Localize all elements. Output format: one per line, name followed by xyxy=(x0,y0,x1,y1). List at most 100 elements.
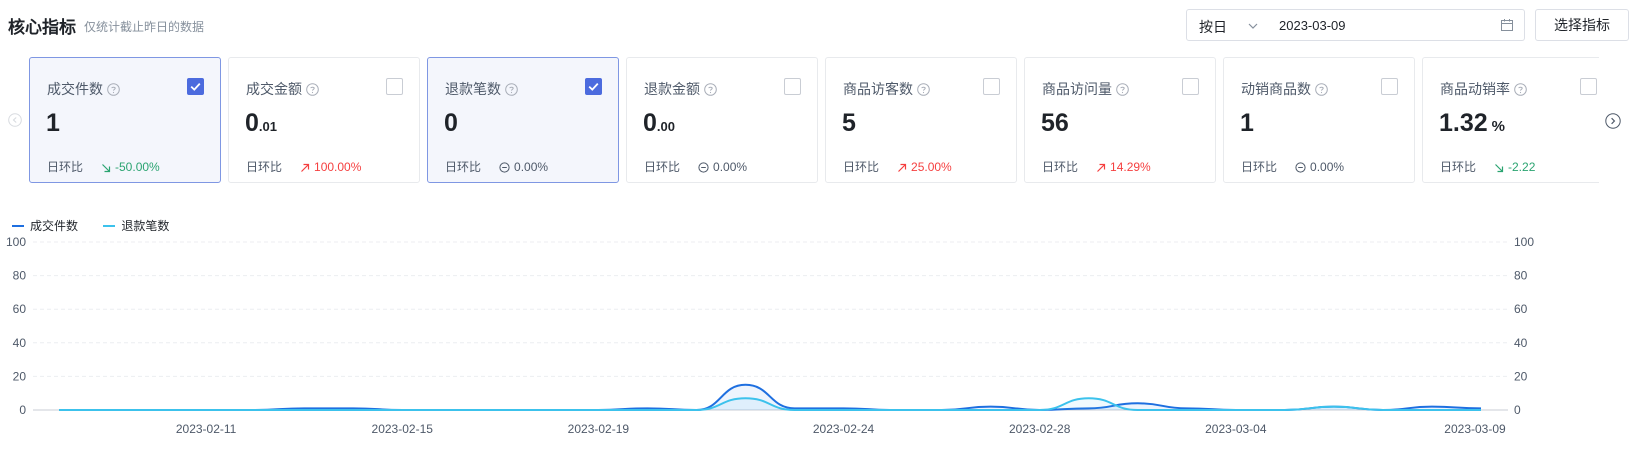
trend-down-icon: -2.22 xyxy=(1494,160,1535,174)
y-tick-label-left: 40 xyxy=(13,336,27,350)
page-subtitle: 仅统计截止昨日的数据 xyxy=(84,20,205,34)
y-tick-label-left: 80 xyxy=(13,269,27,283)
metric-value-main: 1 xyxy=(46,109,60,137)
metric-name-text: 商品动销率 xyxy=(1440,81,1510,97)
metric-value-decimal: .01 xyxy=(258,119,277,134)
comparison-label: 日环比 xyxy=(246,160,283,174)
metric-name: 商品动销率 xyxy=(1440,79,1527,99)
y-tick-label-right: 20 xyxy=(1514,369,1528,383)
legend-label: 退款笔数 xyxy=(121,219,170,233)
metric-comparison: 日环比 -2.22 xyxy=(1440,158,1535,175)
line-chart: 0 0 20 20 40 40 60 60 80 80 100 100 2023-02-11 2023-0… xyxy=(6,235,1534,436)
metric-name: 退款笔数 xyxy=(445,79,518,99)
x-tick-label: 2023-03-04 xyxy=(1205,422,1267,436)
metric-card[interactable]: 成交金额 0.01 日环比 100.00% xyxy=(228,57,420,183)
y-tick-label-left: 60 xyxy=(13,302,27,316)
help-icon[interactable] xyxy=(704,83,717,99)
x-tick-label: 2023-02-24 xyxy=(813,422,875,436)
date-value: 2023-03-09 xyxy=(1279,18,1346,33)
metric-value-main: 1.32 xyxy=(1439,109,1488,137)
metric-checkbox[interactable] xyxy=(187,78,204,95)
help-icon[interactable] xyxy=(1116,83,1129,99)
help-icon[interactable] xyxy=(1514,83,1527,99)
trend-down-icon: -50.00% xyxy=(101,160,160,174)
metric-value: 5 xyxy=(842,109,860,138)
period-select-value: 按日 xyxy=(1199,19,1227,35)
chevron-left-icon xyxy=(8,113,22,127)
metric-checkbox[interactable] xyxy=(386,78,403,95)
y-tick-label-left: 20 xyxy=(13,369,27,383)
x-tick-label: 2023-02-15 xyxy=(372,422,434,436)
help-icon[interactable] xyxy=(505,83,518,99)
x-tick-label: 2023-02-19 xyxy=(568,422,630,436)
metric-value-decimal: .00 xyxy=(656,119,675,134)
metric-value: 1.32% xyxy=(1439,109,1505,138)
metric-value-main: 1 xyxy=(1240,109,1254,137)
metric-value: 0.00 xyxy=(643,109,679,138)
legend-swatch xyxy=(12,225,24,227)
metric-name-text: 商品访客数 xyxy=(843,81,913,97)
metric-checkbox[interactable] xyxy=(585,78,602,95)
metric-value: 56 xyxy=(1041,109,1073,138)
period-select[interactable]: 按日 xyxy=(1186,9,1270,41)
help-icon[interactable] xyxy=(306,83,319,99)
comparison-label: 日环比 xyxy=(1042,160,1079,174)
metric-name: 成交金额 xyxy=(246,79,319,99)
carousel-next-button[interactable] xyxy=(1605,113,1621,134)
metric-card[interactable]: 退款笔数 0 日环比 0.00% xyxy=(427,57,619,183)
metric-card[interactable]: 商品访客数 5 日环比 25.00% xyxy=(825,57,1017,183)
legend-swatch xyxy=(103,225,116,227)
legend-label: 成交件数 xyxy=(30,219,79,233)
y-tick-label-right: 80 xyxy=(1514,269,1528,283)
x-tick-label: 2023-03-09 xyxy=(1444,422,1506,436)
y-tick-label-left: 100 xyxy=(6,235,26,249)
metric-comparison: 日环比 -50.00% xyxy=(47,158,160,175)
metric-card[interactable]: 成交件数 1 日环比 -50.00% xyxy=(29,57,221,183)
metric-value: 0 xyxy=(444,109,462,138)
metric-value-main: 0 xyxy=(643,109,657,137)
carousel-prev-button[interactable] xyxy=(8,113,22,132)
metric-name: 商品访问量 xyxy=(1042,79,1129,99)
page-title: 核心指标 xyxy=(8,18,76,37)
comparison-value: 100.00% xyxy=(314,160,362,174)
comparison-label: 日环比 xyxy=(47,160,84,174)
trend-up-icon: 25.00% xyxy=(897,160,952,174)
comparison-label: 日环比 xyxy=(843,160,880,174)
metric-card[interactable]: 动销商品数 1 日环比 0.00% xyxy=(1223,57,1415,183)
metric-comparison: 日环比 0.00% xyxy=(445,158,548,175)
metric-name-text: 动销商品数 xyxy=(1241,81,1311,97)
metric-card[interactable]: 商品动销率 1.32% 日环比 -2.22 xyxy=(1422,57,1599,183)
metric-name: 动销商品数 xyxy=(1241,79,1328,99)
date-picker[interactable]: 2023-03-09 xyxy=(1269,9,1525,41)
y-tick-label-right: 100 xyxy=(1514,235,1534,249)
metric-comparison: 日环比 0.00% xyxy=(644,158,747,175)
metric-name-text: 成交件数 xyxy=(47,81,103,97)
help-icon[interactable] xyxy=(917,83,930,99)
metric-card[interactable]: 退款金额 0.00 日环比 0.00% xyxy=(626,57,818,183)
metric-checkbox[interactable] xyxy=(983,78,1000,95)
comparison-label: 日环比 xyxy=(644,160,681,174)
comparison-value: 25.00% xyxy=(911,160,952,174)
select-metrics-button[interactable]: 选择指标 xyxy=(1535,9,1629,41)
header: 核心指标 仅统计截止昨日的数据 按日 2023-03-09 选择指标 xyxy=(0,0,1637,50)
metric-value-main: 56 xyxy=(1041,109,1069,137)
metric-checkbox[interactable] xyxy=(1381,78,1398,95)
comparison-label: 日环比 xyxy=(1440,160,1477,174)
metric-name-text: 退款笔数 xyxy=(445,81,501,97)
chevron-right-icon xyxy=(1605,113,1621,129)
chevron-down-icon xyxy=(1247,16,1259,41)
help-icon[interactable] xyxy=(107,83,120,99)
y-tick-label-right: 60 xyxy=(1514,302,1528,316)
metric-name: 商品访客数 xyxy=(843,79,930,99)
x-tick-label: 2023-02-11 xyxy=(176,422,237,436)
metric-comparison: 日环比 0.00% xyxy=(1241,158,1344,175)
y-tick-label-right: 0 xyxy=(1514,403,1521,417)
help-icon[interactable] xyxy=(1315,83,1328,99)
metric-card[interactable]: 商品访问量 56 日环比 14.29% xyxy=(1024,57,1216,183)
metric-checkbox[interactable] xyxy=(784,78,801,95)
metric-value: 1 xyxy=(46,109,64,138)
y-tick-label-right: 40 xyxy=(1514,336,1528,350)
metric-comparison: 日环比 100.00% xyxy=(246,158,361,175)
metric-checkbox[interactable] xyxy=(1580,78,1597,95)
metric-checkbox[interactable] xyxy=(1182,78,1199,95)
